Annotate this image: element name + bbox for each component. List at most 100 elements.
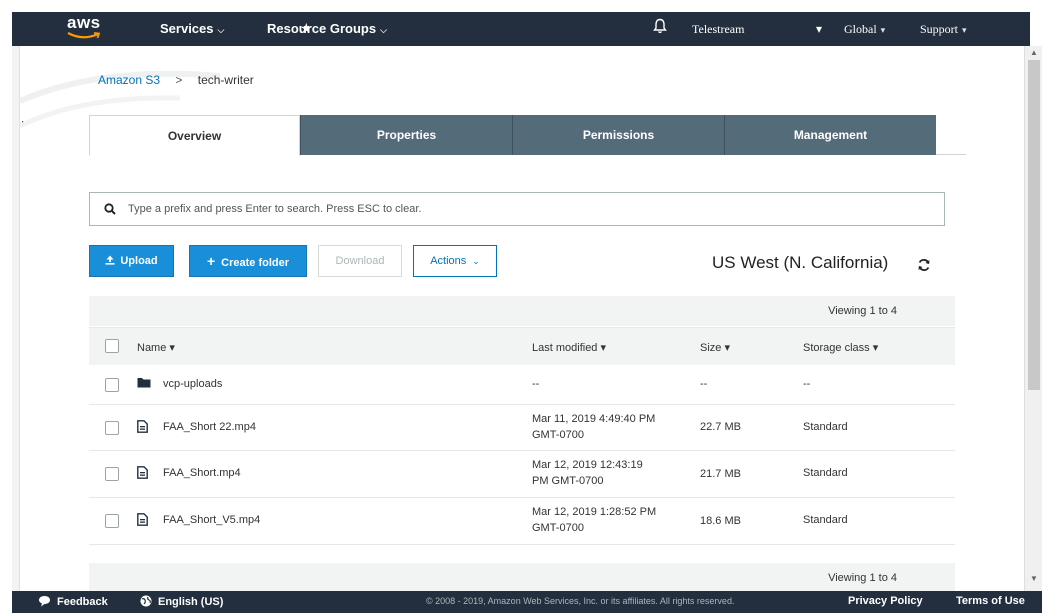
storage-class: Standard [803,514,848,526]
bell-icon[interactable] [653,18,667,37]
left-sidebar-edge [12,46,20,591]
download-button[interactable]: Download [318,245,402,277]
row-checkbox[interactable] [105,421,119,435]
last-modified: Mar 11, 2019 4:49:40 PM GMT-0700 [532,411,692,443]
viewing-count: Viewing 1 to 4 [828,305,897,317]
column-header-storage-class-label: Storage class [803,342,870,354]
column-header-last-modified[interactable]: Last modified ▾ [532,341,606,354]
file-icon [137,466,148,482]
vertical-scrollbar[interactable]: ▲ ▼ [1024,46,1042,591]
column-header-size[interactable]: Size ▾ [700,341,730,354]
tab-properties[interactable]: Properties [300,115,512,155]
file-icon [137,513,148,529]
table-row[interactable]: FAA_Short.mp4 Mar 12, 2019 12:43:19 PM GM… [89,451,955,498]
upload-icon [105,255,115,265]
account-menu[interactable]: Telestream [692,22,744,37]
pagination-bar-bottom: Viewing 1 to 4 [89,563,955,591]
terms-of-use-link[interactable]: Terms of Use [956,595,1025,607]
services-menu[interactable]: Services ⌵ [160,21,224,36]
storage-class: Standard [803,421,848,433]
last-modified: Mar 12, 2019 12:43:19 PM GMT-0700 [532,457,692,489]
object-size: 21.7 MB [700,468,741,480]
table-row[interactable]: vcp-uploads -- -- -- [89,365,955,405]
upload-button[interactable]: Upload [89,245,174,277]
table-row[interactable]: FAA_Short_V5.mp4 Mar 12, 2019 1:28:52 PM… [89,498,955,545]
tab-overview[interactable]: Overview [89,115,300,156]
scrollbar-thumb[interactable] [1028,60,1040,390]
row-checkbox[interactable] [105,378,119,392]
last-modified: Mar 12, 2019 1:28:52 PM GMT-0700 [532,504,692,536]
object-name[interactable]: FAA_Short.mp4 [163,467,241,479]
last-modified-timezone: GMT-0700 [532,429,584,441]
column-header-last-modified-label: Last modified [532,342,598,354]
object-size: -- [700,378,708,390]
last-modified-date: Mar 12, 2019 12:43:19 [532,459,643,471]
services-label: Services [160,21,214,36]
column-header-storage-class[interactable]: Storage class ▾ [803,341,878,354]
column-header-name[interactable]: Name ▾ [137,341,175,354]
storage-class: Standard [803,467,848,479]
pagination-bar-top: Viewing 1 to 4 [89,296,955,326]
select-all-checkbox[interactable] [105,339,119,353]
account-caret-icon[interactable]: ▾ [816,22,822,37]
chevron-down-icon: ⌵ [217,25,225,35]
feedback-label: Feedback [57,596,108,608]
pin-icon[interactable]: ★ [300,20,313,37]
actions-label: Actions [430,255,467,267]
language-label: English (US) [158,596,224,608]
support-label: Support [920,22,959,36]
object-name[interactable]: vcp-uploads [163,378,222,390]
object-name[interactable]: FAA_Short 22.mp4 [163,421,256,433]
region-menu[interactable]: Global ▾ [844,22,885,37]
globe-icon [140,595,152,607]
breadcrumb: Amazon S3 > tech-writer [98,73,254,87]
tab-management[interactable]: Management [724,115,936,155]
speech-bubble-icon [39,596,50,607]
aws-smile-icon [67,32,101,39]
breadcrumb-separator: > [175,73,183,87]
column-header-size-label: Size [700,342,722,354]
support-menu[interactable]: Support ▾ [920,22,967,37]
region-label: Global [844,22,877,36]
breadcrumb-amazon-s3[interactable]: Amazon S3 [98,73,160,87]
sort-caret-icon: ▾ [600,342,607,354]
viewing-count: Viewing 1 to 4 [828,572,897,584]
copyright-text: © 2008 - 2019, Amazon Web Services, Inc.… [426,596,735,606]
table-header: Name ▾ Last modified ▾ Size ▾ Storage cl… [89,327,955,365]
account-label: Telestream [692,22,745,36]
search-icon [104,203,116,218]
bucket-region: US West (N. California) [712,253,889,272]
object-name[interactable]: FAA_Short_V5.mp4 [163,514,260,526]
tab-permissions[interactable]: Permissions [512,115,724,155]
row-checkbox[interactable] [105,514,119,528]
top-navigation-bar: aws Services ⌵ Resource Groups ⌵ ★ Telestr… [12,12,1030,46]
resource-groups-menu[interactable]: Resource Groups ⌵ [267,21,387,36]
sort-caret-icon: ▾ [169,342,175,354]
create-folder-button[interactable]: + Create folder [189,245,307,277]
actions-dropdown[interactable]: Actions ⌄ [413,245,497,277]
table-row[interactable]: FAA_Short 22.mp4 Mar 11, 2019 4:49:40 PM… [89,405,955,451]
last-modified-timezone: GMT-0700 [532,522,584,534]
scroll-up-arrow-icon[interactable]: ▲ [1030,48,1038,57]
folder-icon [137,377,151,391]
row-checkbox[interactable] [105,467,119,481]
last-modified-timezone: PM GMT-0700 [532,475,604,487]
scroll-down-arrow-icon[interactable]: ▼ [1030,574,1038,583]
object-size: 18.6 MB [700,515,741,527]
feedback-link[interactable]: Feedback [38,595,108,608]
storage-class: -- [803,378,811,390]
caret-down-icon: ▾ [962,25,967,35]
column-header-name-label: Name [137,342,167,354]
search-bar [89,192,945,226]
privacy-policy-link[interactable]: Privacy Policy [848,595,923,607]
refresh-icon[interactable] [917,258,931,275]
aws-logo[interactable]: aws [67,13,107,42]
search-input[interactable] [128,193,928,225]
footer-bar: Feedback English (US) © 2008 - 2019, Ama… [12,591,1042,613]
file-icon [137,420,148,436]
language-selector[interactable]: English (US) [140,595,223,608]
breadcrumb-bucket-name: tech-writer [197,73,254,87]
sort-caret-icon: ▾ [724,342,730,354]
upload-label: Upload [120,255,158,267]
last-modified-date: Mar 11, 2019 4:49:40 PM [532,413,656,425]
